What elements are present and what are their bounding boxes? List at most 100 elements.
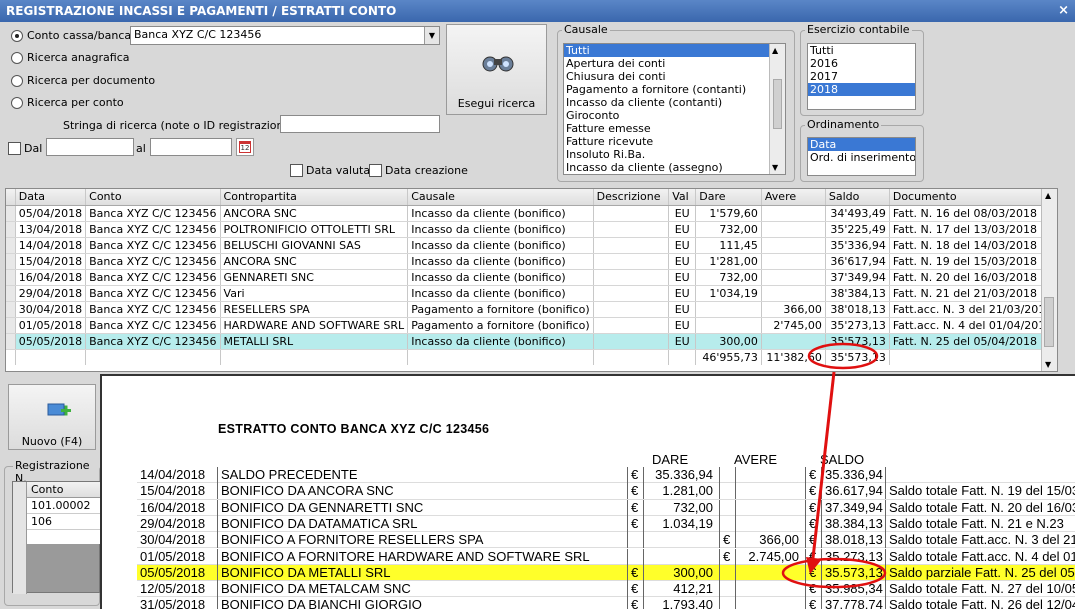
causale-item[interactable]: Pagamento a fornitore (contanti) — [564, 83, 785, 96]
table-row[interactable]: 14/04/2018 Banca XYZ C/C 123456 BELUSCHI G… — [6, 237, 1058, 254]
table-row[interactable]: 16/04/2018 Banca XYZ C/C 123456 GENNARETI … — [6, 269, 1058, 286]
data-creazione-label: Data creazione — [385, 164, 468, 177]
radio-ricerca-conto[interactable] — [11, 97, 23, 109]
table-cell — [593, 333, 670, 350]
statement-avere — [735, 483, 805, 500]
grid-scroll-down-icon[interactable]: ▼ — [1045, 360, 1051, 369]
esercizio-item[interactable]: 2017 — [808, 70, 915, 83]
table-cell: 38'384,13 — [825, 285, 890, 302]
table-row[interactable]: 29/04/2018 Banca XYZ C/C 123456 Vari Incass… — [6, 285, 1058, 302]
column-header[interactable]: Saldo — [825, 189, 890, 206]
causale-item[interactable]: Incasso da cliente (assegno) — [564, 161, 785, 174]
movements-grid[interactable]: Data Conto Contropartita Causale Descrizione… — [5, 188, 1058, 372]
table-row[interactable]: 05/04/2018 Banca XYZ C/C 123456 ANCORA SNC… — [6, 205, 1058, 222]
account-select[interactable]: Banca XYZ C/C 123456 ▼ — [130, 26, 440, 45]
grid-scrollbar[interactable]: ▲ ▼ — [1041, 189, 1057, 371]
dal-checkbox[interactable] — [8, 142, 21, 155]
ordinamento-listbox[interactable]: Data Ord. di inserimento — [807, 137, 916, 176]
column-header[interactable]: Descrizione — [593, 189, 670, 206]
causale-item[interactable]: Fatture ricevute — [564, 135, 785, 148]
row-header[interactable] — [6, 285, 16, 302]
date-to-input[interactable] — [150, 138, 232, 156]
close-icon[interactable]: × — [1058, 0, 1069, 22]
column-header[interactable]: Documento — [889, 189, 1058, 206]
conto-row[interactable]: 101.00002 — [27, 498, 101, 514]
calendar-icon[interactable]: 12 — [236, 138, 254, 156]
table-cell — [593, 237, 670, 254]
table-cell: 366,00 — [761, 301, 826, 318]
data-valuta-checkbox[interactable] — [290, 164, 303, 177]
row-header[interactable] — [6, 317, 16, 334]
row-header[interactable] — [6, 237, 16, 254]
statement-scur: € — [805, 564, 821, 581]
row-header[interactable] — [6, 269, 16, 286]
statement-scur: € — [805, 581, 821, 598]
data-creazione-checkbox[interactable] — [369, 164, 382, 177]
causale-item[interactable]: Fatture emesse — [564, 122, 785, 135]
statement-desc: BONIFICO DA ANCORA SNC — [217, 483, 627, 500]
grid-scroll-up-icon[interactable]: ▲ — [1045, 191, 1051, 200]
causale-item[interactable]: Tutti — [564, 44, 785, 57]
totals-cell — [6, 349, 16, 365]
causale-listbox[interactable]: Tutti Apertura dei conti Chiusura dei cont… — [563, 43, 786, 175]
esercizio-listbox[interactable]: Tutti 2016 2017 2018 — [807, 43, 916, 110]
statement-avere — [735, 564, 805, 581]
window-title: REGISTRAZIONE INCASSI E PAGAMENTI / ESTR… — [6, 4, 397, 18]
new-button[interactable]: Nuovo (F4) — [8, 384, 96, 450]
conto-row[interactable]: 106 — [27, 514, 101, 530]
row-header[interactable] — [6, 253, 16, 270]
date-from-input[interactable] — [46, 138, 134, 156]
radio-ricerca-documento[interactable] — [11, 75, 23, 87]
esercizio-item[interactable]: Tutti — [808, 44, 915, 57]
scroll-thumb[interactable] — [773, 79, 782, 129]
dal-label: Dal — [24, 142, 43, 155]
table-cell: Fatt. N. 18 del 14/03/2018 — [889, 237, 1058, 254]
table-row[interactable]: 13/04/2018 Banca XYZ C/C 123456 POLTRONIFI… — [6, 221, 1058, 238]
statement-acur — [719, 467, 735, 483]
statement-dcur: € — [627, 564, 643, 581]
row-header[interactable] — [6, 205, 16, 222]
table-row[interactable]: 01/05/2018 Banca XYZ C/C 123456 HARDWARE A… — [6, 317, 1058, 334]
table-cell: HARDWARE AND SOFTWARE SRL — [220, 317, 409, 334]
esercizio-item[interactable]: 2016 — [808, 57, 915, 70]
statement-date: 01/05/2018 — [140, 548, 206, 564]
causale-item[interactable]: Chiusura dei conti — [564, 70, 785, 83]
column-header[interactable]: Avere — [761, 189, 826, 206]
chevron-down-icon[interactable]: ▼ — [424, 27, 439, 44]
column-header[interactable]: Data — [15, 189, 87, 206]
column-header[interactable]: Dare — [695, 189, 762, 206]
causale-item[interactable]: Incasso da cliente (contanti) — [564, 96, 785, 109]
ordinamento-item[interactable]: Ord. di inserimento — [808, 151, 915, 164]
search-button[interactable]: Esegui ricerca — [446, 24, 547, 115]
row-header[interactable] — [6, 301, 16, 318]
causale-item[interactable]: Apertura dei conti — [564, 57, 785, 70]
table-row[interactable]: 05/05/2018 Banca XYZ C/C 123456 METALLI SR… — [6, 333, 1058, 350]
causale-scrollbar[interactable]: ▲ ▼ — [769, 44, 785, 174]
grid-scroll-thumb[interactable] — [1044, 297, 1054, 347]
column-header[interactable]: Causale — [407, 189, 594, 206]
row-header[interactable] — [6, 333, 16, 350]
search-string-input[interactable] — [280, 115, 440, 133]
table-row[interactable]: 15/04/2018 Banca XYZ C/C 123456 ANCORA SNC… — [6, 253, 1058, 270]
conto-grid[interactable]: Conto 101.00002 106 — [12, 481, 101, 594]
row-header[interactable] — [6, 221, 16, 238]
statement-date: 30/04/2018 — [140, 532, 206, 548]
table-cell: Banca XYZ C/C 123456 — [85, 253, 221, 270]
conto-grid-rowheader — [13, 482, 27, 594]
column-header[interactable]: Contropartita — [220, 189, 409, 206]
ordinamento-item[interactable]: Data — [808, 138, 915, 151]
radio-conto-cassa[interactable] — [11, 30, 23, 42]
radio-ricerca-anagrafica[interactable] — [11, 52, 23, 64]
causale-item[interactable]: Insoluto Ri.Ba. — [564, 148, 785, 161]
table-row[interactable]: 30/04/2018 Banca XYZ C/C 123456 RESELLERS … — [6, 301, 1058, 318]
table-cell: EU — [668, 221, 697, 238]
column-header[interactable]: Val — [668, 189, 697, 206]
table-cell: BELUSCHI GIOVANNI SAS — [220, 237, 409, 254]
scroll-down-icon[interactable]: ▼ — [772, 163, 778, 172]
scroll-up-icon[interactable]: ▲ — [772, 46, 778, 55]
causale-item[interactable]: Giroconto — [564, 109, 785, 122]
table-cell — [761, 221, 826, 238]
totals-row: 46'955,73 11'382,60 35'573,13 — [6, 349, 1058, 365]
column-header[interactable]: Conto — [85, 189, 221, 206]
esercizio-item[interactable]: 2018 — [808, 83, 915, 96]
